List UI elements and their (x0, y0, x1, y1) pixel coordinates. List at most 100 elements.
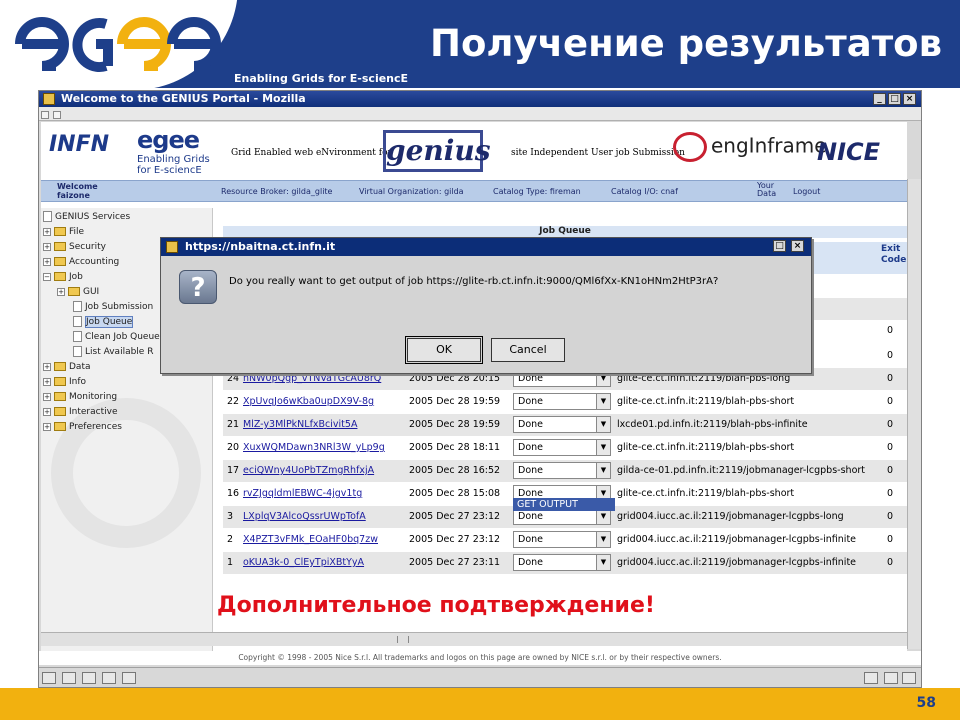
collapse-icon[interactable]: − (43, 272, 51, 281)
expand-icon[interactable]: + (43, 257, 51, 266)
computing-element: glite-ce.ct.infn.it:2119/blah-pbs-short (617, 488, 795, 499)
your-data-link[interactable]: Your Data (757, 182, 776, 198)
slide-tagline: Enabling Grids for E-sciencE (234, 72, 409, 85)
logout-link[interactable]: Logout (793, 187, 820, 196)
dialog-titlebar[interactable]: https://nbaitna.ct.infn.it □ × (161, 238, 811, 256)
status-select[interactable]: Done ▼ (513, 554, 611, 571)
expand-icon[interactable]: + (43, 242, 51, 251)
egee-tag-line1: Enabling Grids (137, 154, 210, 165)
status-value: Done (518, 396, 543, 407)
chevron-down-icon[interactable]: ▼ (596, 555, 610, 570)
maximize-icon[interactable]: □ (888, 93, 901, 105)
tree-root-genius-services[interactable]: GENIUS Services (43, 210, 130, 224)
job-id-link[interactable]: LXplqV3AlcoQssrUWpTofA (243, 511, 366, 522)
tree-item-file[interactable]: + File (43, 225, 84, 239)
expand-icon[interactable]: + (43, 392, 51, 401)
job-id-link[interactable]: oKUA3k-0_ClEyTpiXBtYyA (243, 557, 364, 568)
chevron-down-icon[interactable]: ▼ (596, 440, 610, 455)
exit-code: 0 (887, 442, 894, 453)
folder-icon (54, 227, 66, 236)
online-status-icon[interactable] (864, 672, 878, 684)
chevron-down-icon[interactable]: ▼ (596, 394, 610, 409)
horizontal-scrollbar[interactable] (41, 632, 907, 646)
tree-item-job[interactable]: − Job (43, 270, 83, 284)
tree-label: Job Submission (85, 302, 154, 312)
expand-icon[interactable]: + (57, 287, 65, 296)
status-select[interactable]: Done ▼ (513, 439, 611, 456)
resize-grip-icon[interactable] (902, 672, 916, 684)
tree-item-security[interactable]: + Security (43, 240, 106, 254)
address-book-icon[interactable] (102, 672, 116, 684)
tree-item-gui[interactable]: + GUI (57, 285, 99, 299)
browser-title: Welcome to the GENIUS Portal - Mozilla (61, 92, 306, 105)
dialog-title: https://nbaitna.ct.infn.it (185, 240, 336, 253)
egee-small-wordmark: egee (137, 126, 200, 154)
get-output-option[interactable]: GET OUTPUT (513, 498, 615, 511)
job-number: 3 (227, 511, 234, 522)
expand-icon[interactable]: + (43, 407, 51, 416)
minimize-icon[interactable]: _ (873, 93, 886, 105)
mail-icon[interactable] (62, 672, 76, 684)
cancel-button[interactable]: Cancel (491, 338, 565, 362)
job-id-link[interactable]: rvZJgqldmlEBWC-4jgv1tg (243, 488, 362, 499)
expand-icon[interactable]: + (43, 227, 51, 236)
chevron-down-icon[interactable]: ▼ (596, 509, 610, 524)
toolbar-handle-icon[interactable] (53, 111, 61, 119)
page-viewport: INFN egee Enabling Grids for E-sciencE G… (41, 122, 907, 652)
security-lock-icon[interactable] (884, 672, 898, 684)
tree-item-job-queue[interactable]: Job Queue (73, 315, 134, 329)
tree-item-preferences[interactable]: + Preferences (43, 420, 122, 434)
browser-titlebar[interactable]: Welcome to the GENIUS Portal - Mozilla _… (39, 91, 921, 107)
tree-item-list-available[interactable]: List Available R (73, 345, 153, 359)
chevron-down-icon[interactable]: ▼ (596, 463, 610, 478)
exit-code: 0 (887, 373, 894, 384)
virtual-organization[interactable]: Virtual Organization: gilda (359, 187, 464, 196)
tree-item-accounting[interactable]: + Accounting (43, 255, 119, 269)
vertical-scrollbar[interactable] (907, 179, 921, 649)
table-row: 21 MlZ-y3MlPkNLfxBcivit5A 2005 Dec 28 19:5… (223, 414, 907, 436)
tree-label: Security (69, 242, 106, 252)
expand-icon[interactable]: + (43, 422, 51, 431)
status-select[interactable]: Done ▼ (513, 393, 611, 410)
navigator-icon[interactable] (42, 672, 56, 684)
toolbar-handle-icon[interactable] (41, 111, 49, 119)
close-icon[interactable]: × (903, 93, 916, 105)
job-id-link[interactable]: eciQWny4UoPbTZmgRhfxjA (243, 465, 374, 476)
tree-item-interactive[interactable]: + Interactive (43, 405, 117, 419)
composer-icon[interactable] (82, 672, 96, 684)
tree-item-clean-job-queue[interactable]: Clean Job Queue (73, 330, 160, 344)
exit-code: 0 (887, 557, 894, 568)
expand-icon[interactable]: + (43, 377, 51, 386)
submit-date: 2005 Dec 28 15:08 (409, 488, 501, 499)
tree-item-monitoring[interactable]: + Monitoring (43, 390, 117, 404)
tree-item-info[interactable]: + Info (43, 375, 86, 389)
irc-icon[interactable] (122, 672, 136, 684)
maximize-icon[interactable]: □ (773, 240, 786, 252)
status-select[interactable]: Done ▼ (513, 462, 611, 479)
exit-header-line1: Exit (881, 244, 901, 254)
scroll-grip-icon[interactable] (397, 636, 409, 643)
ok-button[interactable]: OK (405, 336, 483, 364)
submit-date: 2005 Dec 27 23:11 (409, 557, 501, 568)
resource-broker[interactable]: Resource Broker: gilda_glite (221, 187, 332, 196)
status-select[interactable]: Done ▼ (513, 416, 611, 433)
tree-item-data[interactable]: + Data (43, 360, 91, 374)
slide-footer: 58 (0, 688, 960, 720)
close-icon[interactable]: × (791, 240, 804, 252)
mozilla-app-icon (166, 241, 178, 253)
job-id-link[interactable]: XuxWQMDawn3NRl3W_yLp9g (243, 442, 385, 453)
job-id-link[interactable]: XpUvqJo6wKba0upDX9V-8g (243, 396, 374, 407)
job-id-link[interactable]: MlZ-y3MlPkNLfxBcivit5A (243, 419, 357, 430)
job-id-link[interactable]: nNW0pQgp_vTNVaTGcAU8rQ (243, 373, 381, 384)
catalog-type[interactable]: Catalog Type: fireman (493, 187, 581, 196)
job-id-link[interactable]: X4PZT3vFMk_EOaHF0bq7zw (243, 534, 378, 545)
exit-code: 0 (887, 350, 894, 361)
table-row: 2 X4PZT3vFMk_EOaHF0bq7zw 2005 Dec 27 23:12… (223, 529, 907, 551)
page-number: 58 (916, 695, 936, 711)
catalog-io[interactable]: Catalog I/O: cnaf (611, 187, 678, 196)
chevron-down-icon[interactable]: ▼ (596, 417, 610, 432)
status-select[interactable]: Done ▼ (513, 531, 611, 548)
chevron-down-icon[interactable]: ▼ (596, 532, 610, 547)
tree-item-job-submission[interactable]: Job Submission (73, 300, 153, 314)
expand-icon[interactable]: + (43, 362, 51, 371)
